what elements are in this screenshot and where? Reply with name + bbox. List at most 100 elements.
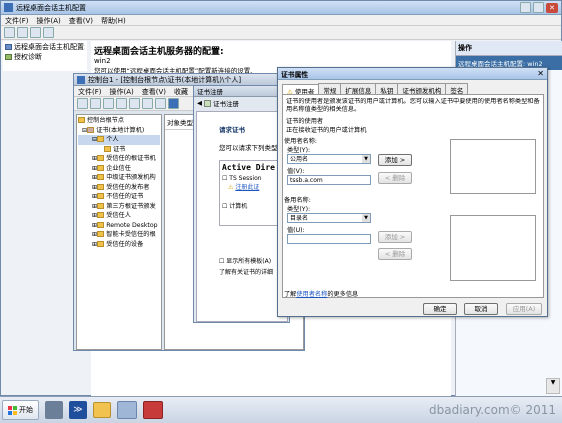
mmc-menu-action[interactable]: 操作(A) <box>106 86 138 96</box>
maximize-icon[interactable] <box>533 2 544 13</box>
tree-smartcard-root[interactable]: ⊞ 智能卡受信任的根 <box>78 230 160 240</box>
cert-icon <box>204 99 211 107</box>
licensing-icon <box>5 53 12 60</box>
help-icon[interactable] <box>168 98 179 109</box>
windows-logo-icon <box>8 405 17 415</box>
tree-root[interactable]: 控制台根节点 <box>78 116 160 126</box>
tree-third-party-root[interactable]: ⊞ 第三方根证书颁发 <box>78 202 160 212</box>
close-icon[interactable]: ✕ <box>537 69 544 78</box>
minimize-icon[interactable] <box>520 2 531 13</box>
forward-icon[interactable] <box>17 27 28 38</box>
show-all-templates[interactable]: ☐ 显示所有模板(A) <box>219 256 279 265</box>
template-ts-session[interactable]: ☐ TS Session <box>222 175 276 182</box>
export-icon[interactable] <box>155 98 166 109</box>
tree-trusted-publishers[interactable]: ⊞ 受信任的发布者 <box>78 183 160 193</box>
app-icon <box>4 3 13 12</box>
folder-up-icon[interactable] <box>103 98 114 109</box>
forward-icon[interactable] <box>90 98 101 109</box>
tree-untrusted[interactable]: ⊞ 不信任的证书 <box>78 192 160 202</box>
subject-value-input[interactable]: tssb.a.com <box>287 175 371 185</box>
server-manager-icon[interactable] <box>45 401 63 419</box>
up-icon[interactable] <box>30 27 41 38</box>
tree-remote-desktop[interactable]: ⊞ Remote Desktop <box>78 221 160 231</box>
page-title: 远程桌面会话主机服务器的配置: <box>94 47 224 57</box>
folder-icon <box>97 221 105 228</box>
tree-enterprise[interactable]: ⊞ 企业信任 <box>78 164 160 174</box>
policy-name: Active Dire <box>222 163 275 172</box>
subject-name-label: 使用者名称: <box>284 138 318 145</box>
subject-list[interactable] <box>450 139 536 194</box>
folder-icon <box>104 145 111 152</box>
tree-trusted-root[interactable]: ⊞ 受信任的根证书机 <box>78 154 160 164</box>
folder-icon <box>97 193 105 199</box>
powershell-icon[interactable]: ≫ <box>69 401 87 419</box>
copy-icon[interactable] <box>129 98 140 109</box>
learn-link[interactable]: 使用者名称 <box>296 291 327 298</box>
folder-icon <box>97 202 105 209</box>
subject-desc: 正在接收证书的用户或计算机 <box>286 127 367 134</box>
subject-label: 证书的使用者 <box>286 118 324 125</box>
alt-type-label: 类型(Y): <box>287 206 311 213</box>
tree-certs[interactable]: ⊟ 证书(本地计算机) <box>78 126 160 136</box>
mmc-menu-favorites[interactable]: 收藏 <box>170 86 192 96</box>
folder-icon <box>97 155 105 161</box>
alt-name-group: 备用名称: 类型(Y): 目录名 ▼ 值(U): <box>284 195 376 244</box>
ok-button[interactable]: 确定 <box>423 303 457 315</box>
console-root-icon <box>78 117 85 123</box>
enroll-heading: 请求证书 <box>219 126 245 134</box>
template-computer[interactable]: ☐ 计算机 <box>222 201 276 210</box>
folder-icon <box>97 174 105 180</box>
remove-subject-button[interactable]: < 删除 <box>378 172 412 184</box>
subject-type-select[interactable]: 公用名 ▼ <box>287 154 371 164</box>
cancel-button[interactable]: 取消 <box>464 303 498 315</box>
server-name: win2 <box>94 57 111 65</box>
rdsh-task-icon[interactable] <box>117 401 137 419</box>
rdsh-menubar: 文件(F) 操作(A) 查看(V) 帮助(H) <box>1 15 561 26</box>
menu-action[interactable]: 操作(A) <box>33 15 65 25</box>
tree-item-rdsh[interactable]: 远程桌面会话主机配置: win2 <box>5 43 85 53</box>
add-subject-button[interactable]: 添加 > <box>378 154 412 166</box>
alt-value-input[interactable] <box>287 234 371 244</box>
explorer-icon[interactable] <box>93 402 111 418</box>
tree-item-licensing[interactable]: 授权诊断 <box>5 53 85 63</box>
refresh-icon[interactable] <box>142 98 153 109</box>
mmc-task-icon[interactable] <box>143 401 163 419</box>
menu-file[interactable]: 文件(F) <box>1 15 33 25</box>
menu-help[interactable]: 帮助(H) <box>97 15 130 25</box>
props-titlebar: 证书属性 ✕ <box>278 68 547 80</box>
help-icon[interactable] <box>43 27 54 38</box>
back-arrow-icon[interactable]: ◀ <box>197 99 202 107</box>
tree-trusted-devices[interactable]: ⊞ 受信任的设备 <box>78 240 160 250</box>
folder-icon <box>97 136 105 142</box>
enroll-body: 请求证书 您可以请求下列类型 Active Dire ☐ TS Session … <box>196 111 288 322</box>
show-hide-icon[interactable] <box>116 98 127 109</box>
tree-personal[interactable]: ⊟ 个人 <box>78 135 160 145</box>
mmc-icon <box>77 75 85 84</box>
back-icon[interactable] <box>4 27 15 38</box>
close-button[interactable]: ✕ <box>546 2 558 13</box>
mmc-menu-view[interactable]: 查看(V) <box>138 86 170 96</box>
tree-intermediate[interactable]: ⊞ 中级证书颁发机构 <box>78 173 160 183</box>
mmc-tree: 控制台根节点 ⊟ 证书(本地计算机) ⊟ 个人 证书 ⊞ 受信任的根证书机 ⊞ 企业信任… <box>76 114 162 350</box>
watermark: dbadiary.com© 2011 <box>428 403 556 417</box>
tree-trusted-people[interactable]: ⊞ 受信任人 <box>78 211 160 221</box>
apply-button[interactable]: 应用(A) <box>506 303 542 315</box>
enroll-link[interactable]: 注册此证 <box>235 184 259 191</box>
enroll-learn[interactable]: 了解有关证书的详细 <box>219 267 279 276</box>
menu-view[interactable]: 查看(V) <box>65 15 97 25</box>
add-alt-button[interactable]: 添加 > <box>378 231 412 243</box>
alt-type-select[interactable]: 目录名 ▼ <box>287 213 371 223</box>
chevron-down-icon: ▼ <box>362 214 370 222</box>
enroll-window: 证书注册 ◀ 证书注册 请求证书 您可以请求下列类型 Active Dire ☐… <box>193 85 290 323</box>
enroll-title: 证书注册 <box>197 88 223 96</box>
mmc-title: 控制台1 - [控制台根节点\证书(本地计算机)\个人] <box>88 75 242 84</box>
warning-icon: ⚠ <box>228 184 234 191</box>
tree-personal-certs[interactable]: 证书 <box>78 145 160 155</box>
alt-list[interactable] <box>450 215 536 281</box>
start-button[interactable]: 开始 <box>2 400 39 420</box>
back-icon[interactable] <box>77 98 88 109</box>
enroll-desc: 您可以请求下列类型 <box>219 144 278 152</box>
mmc-menu-file[interactable]: 文件(F) <box>74 86 106 96</box>
remove-alt-button[interactable]: < 删除 <box>378 248 412 260</box>
main-scrollbar[interactable]: ▼ <box>546 378 560 394</box>
